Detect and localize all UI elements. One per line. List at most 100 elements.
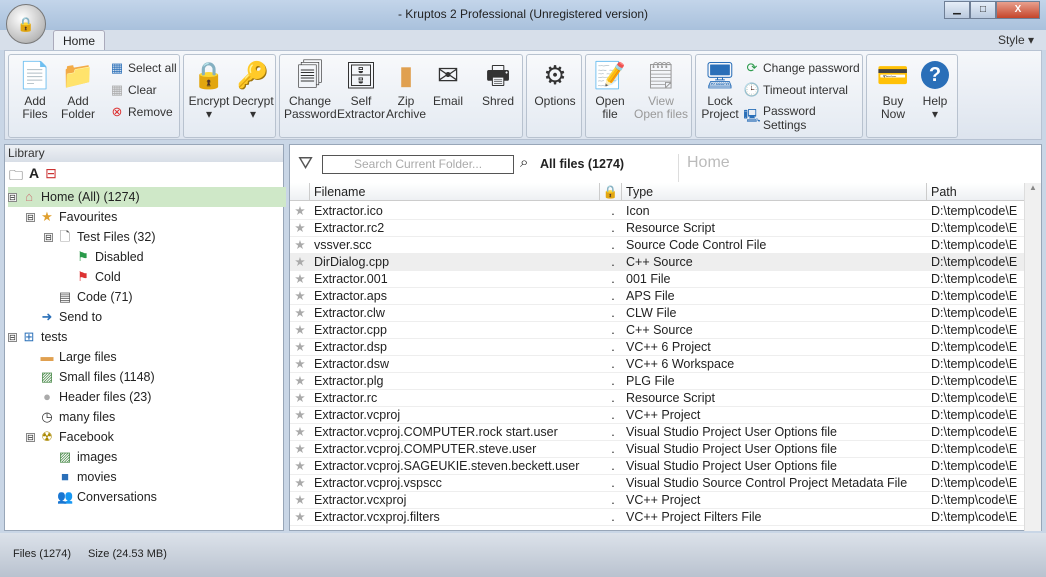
tree-item[interactable]: ⊟ ★ Favourites xyxy=(26,207,117,227)
add-files-button[interactable]: 📄 Add Files xyxy=(15,59,55,121)
zip-archive-button[interactable]: ▮ Zip Archive xyxy=(386,59,426,121)
folder-icon[interactable]: 🗀 xyxy=(9,165,23,183)
favourite-star-icon[interactable]: ★ xyxy=(290,475,310,491)
tab-home[interactable]: Home xyxy=(53,30,105,51)
remove-monitor-icon[interactable]: ⊟ xyxy=(45,165,57,181)
tree-item[interactable]: ■ movies xyxy=(44,467,117,487)
view-open-files-button[interactable]: 🗒 View Open files xyxy=(632,59,690,121)
rename-icon[interactable]: A xyxy=(29,165,39,181)
table-row[interactable]: ★ vssver.scc. Source Code Control File D:\t… xyxy=(290,237,1025,254)
password-settings-button[interactable]: 🖳 Password Settings xyxy=(743,104,862,132)
table-row[interactable]: ★ Extractor.vcproj.COMPUTER.rock start.us… xyxy=(290,424,1025,441)
tree-item[interactable]: ▤ Code (71) xyxy=(44,287,133,307)
lock-project-button[interactable]: 🖥 Lock Project xyxy=(700,59,740,121)
table-row[interactable]: ★ Extractor.dsp. VC++ 6 Project D:\temp\cod… xyxy=(290,339,1025,356)
table-row[interactable]: ★ Extractor.vcxproj. VC++ Project D:\temp\c… xyxy=(290,492,1025,509)
table-row[interactable]: ★ Extractor.vcproj.SAGEUKIE.steven.becket… xyxy=(290,458,1025,475)
tree-item[interactable]: ⊟ ☢ Facebook xyxy=(26,427,114,447)
remove-button[interactable]: ⊗ Remove xyxy=(109,104,173,120)
favourite-star-icon[interactable]: ★ xyxy=(290,237,310,253)
table-row[interactable]: ★ Extractor.dsw. VC++ 6 Workspace D:\temp\c… xyxy=(290,356,1025,373)
select-all-button[interactable]: ▦ Select all xyxy=(109,60,177,76)
table-row[interactable]: ★ Extractor.rc. Resource Script D:\temp\cod… xyxy=(290,390,1025,407)
favourite-star-icon[interactable]: ★ xyxy=(290,441,310,457)
table-row[interactable]: ★ Extractor.vcxproj.filters. VC++ Project … xyxy=(290,509,1025,526)
tree-item[interactable]: ➜ Send to xyxy=(26,307,103,327)
favourite-star-icon[interactable]: ★ xyxy=(290,407,310,423)
favourite-star-icon[interactable]: ★ xyxy=(290,492,310,508)
tree-item[interactable]: ⊟ ⊞ tests xyxy=(8,327,67,347)
search-input[interactable]: Search Current Folder... xyxy=(322,155,514,174)
favourite-star-icon[interactable]: ★ xyxy=(290,424,310,440)
table-row[interactable]: ★ Extractor.cpp. C++ Source D:\temp\code\E xyxy=(290,322,1025,339)
column-path[interactable]: Path xyxy=(927,183,1025,200)
lock-icon[interactable]: 🔒 xyxy=(600,183,622,200)
vertical-scrollbar[interactable]: ▲ xyxy=(1024,183,1041,531)
search-icon[interactable]: ⌕ xyxy=(520,154,528,171)
table-row[interactable]: ★ Extractor.aps. APS File D:\temp\code\E xyxy=(290,288,1025,305)
table-row[interactable]: ★ DirDialog.cpp. C++ Source D:\temp\code\E xyxy=(290,254,1025,271)
style-dropdown[interactable]: Style ▾ xyxy=(998,33,1034,47)
expander-icon[interactable]: ⊟ xyxy=(26,432,35,442)
table-row[interactable]: ★ Extractor.clw. CLW File D:\temp\code\E xyxy=(290,305,1025,322)
change-password-link[interactable]: ⟳ Change password xyxy=(744,60,860,76)
table-row[interactable]: ★ Extractor.rc2. Resource Script D:\temp\co… xyxy=(290,220,1025,237)
favourite-star-icon[interactable]: ★ xyxy=(290,254,310,270)
expander-icon[interactable]: ⊟ xyxy=(8,192,17,202)
table-row[interactable]: ★ Extractor.ico. Icon D:\temp\code\E xyxy=(290,203,1025,220)
table-row[interactable]: ★ Extractor.vcproj. VC++ Project D:\temp\co… xyxy=(290,407,1025,424)
favourite-star-icon[interactable]: ★ xyxy=(290,322,310,338)
tree-item[interactable]: 👥 Conversations xyxy=(44,487,157,507)
expander-icon[interactable]: ⊟ xyxy=(8,332,17,342)
tree-item[interactable]: ◷ many files xyxy=(26,407,115,427)
buy-now-button[interactable]: 💳 Buy Now xyxy=(871,59,915,121)
tree-item[interactable]: ▨ images xyxy=(44,447,117,467)
clear-button[interactable]: ▦ Clear xyxy=(109,82,157,98)
self-extractor-button[interactable]: 🗄 Self Extractor xyxy=(337,59,385,121)
table-row[interactable]: ★ Extractor.vcproj.COMPUTER.steve.user. Vi… xyxy=(290,441,1025,458)
tree-item-label: Disabled xyxy=(95,250,144,264)
filter-icon[interactable]: ⛛ xyxy=(298,153,313,174)
favourite-star-icon[interactable]: ★ xyxy=(290,288,310,304)
table-row[interactable]: ★ Extractor.vcproj.vspscc. Visual Studio S… xyxy=(290,475,1025,492)
expander-icon[interactable]: ⊟ xyxy=(44,232,53,242)
open-file-button[interactable]: 📝 Open file xyxy=(590,59,630,121)
tree-item[interactable]: ▨ Small files (1148) xyxy=(26,367,155,387)
favourite-star-icon[interactable]: ★ xyxy=(290,390,310,406)
table-row[interactable]: ★ Extractor.001. 001 File D:\temp\code\E xyxy=(290,271,1025,288)
email-button[interactable]: ✉ Email xyxy=(428,59,468,108)
table-row[interactable]: ★ Extractor.plg. PLG File D:\temp\code\E xyxy=(290,373,1025,390)
favourite-star-icon[interactable]: ★ xyxy=(290,220,310,236)
shred-button[interactable]: 🖶 Shred xyxy=(478,59,518,108)
options-button[interactable]: ⚙ Options xyxy=(531,59,579,108)
column-filename[interactable]: Filename xyxy=(310,183,600,200)
change-password-button[interactable]: 🗐 Change Password xyxy=(284,59,337,121)
close-button[interactable]: X xyxy=(996,1,1040,19)
padlock-icon: 🔒 xyxy=(192,59,226,90)
column-type[interactable]: Type xyxy=(622,183,927,200)
tree-item[interactable]: ⊟ 🗋 Test Files (32) xyxy=(44,227,156,247)
tree-item[interactable]: ⊟ ⌂ Home (All) (1274) xyxy=(8,187,286,207)
timeout-interval-button[interactable]: 🕒 Timeout interval xyxy=(744,82,848,98)
tree-item[interactable]: ⚑ Cold xyxy=(62,267,121,287)
encrypt-button[interactable]: 🔒 Encrypt ▾ xyxy=(188,59,230,121)
favourite-star-icon[interactable]: ★ xyxy=(290,271,310,287)
tree-item[interactable]: ▬ Large files xyxy=(26,347,117,367)
favourite-star-icon[interactable]: ★ xyxy=(290,305,310,321)
favourite-star-icon[interactable]: ★ xyxy=(290,458,310,474)
tree-item[interactable]: ⚑ Disabled xyxy=(62,247,144,267)
favourite-star-icon[interactable]: ★ xyxy=(290,203,310,219)
add-folder-button[interactable]: 📁 Add Folder xyxy=(57,59,99,121)
favourite-star-icon[interactable]: ★ xyxy=(290,373,310,389)
minimize-button[interactable]: ▁ xyxy=(944,1,970,19)
favourite-star-icon[interactable]: ★ xyxy=(290,509,310,525)
favourite-star-icon[interactable]: ★ xyxy=(290,356,310,372)
tree-item[interactable]: ● Header files (23) xyxy=(26,387,151,407)
app-menu-button[interactable]: 🔒 xyxy=(6,4,46,44)
decrypt-button[interactable]: 🔑 Decrypt ▾ xyxy=(231,59,275,121)
expander-icon[interactable]: ⊟ xyxy=(26,212,35,222)
maximize-button[interactable]: □ xyxy=(970,1,996,19)
help-button[interactable]: ? Help ▾ xyxy=(915,59,955,121)
favourite-star-icon[interactable]: ★ xyxy=(290,339,310,355)
filename-cell: Extractor.plg xyxy=(314,374,384,388)
